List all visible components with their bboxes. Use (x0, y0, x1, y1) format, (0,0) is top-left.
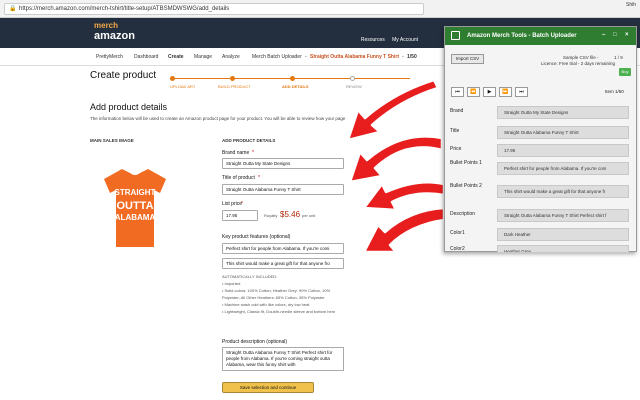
nav-create[interactable]: Create (168, 54, 184, 60)
color2-row-label: Color2 (450, 246, 465, 252)
profile-name[interactable]: Shih (626, 2, 636, 8)
bullet1-row-label: Bullet Points 1 (450, 160, 482, 166)
step-dot (290, 76, 295, 81)
nav-separator: - (305, 54, 307, 60)
title-label: Title of product (222, 175, 255, 181)
auto-item: • Lightweight, Classic fit, Double-needl… (222, 309, 336, 314)
nav-dashboard[interactable]: Dashboard (134, 54, 158, 60)
step-build-product[interactable]: BUILD PRODUCT (218, 84, 251, 89)
licence-text: Licence: Free trial - 2 days remaining (541, 61, 616, 66)
first-item-button[interactable]: ⏮ (451, 87, 464, 97)
import-csv-button[interactable]: Import CSV (451, 54, 484, 64)
step-upload-art[interactable]: UPLOAD ART (170, 84, 195, 89)
description-row-value[interactable]: Straight Outta Alabama Funny T Shirt Per… (497, 209, 629, 222)
step-dot (230, 76, 235, 81)
brand-row-label: Brand (450, 108, 464, 114)
sample-csv-link[interactable]: Sample CSV file - (563, 55, 599, 60)
feature-1-input[interactable]: Perfect shirt for people from Alabama. I… (222, 243, 344, 254)
prev-item-button[interactable]: ⏪ (467, 87, 480, 97)
shirt-text-line3: ALABAMA (115, 213, 156, 222)
address-bar[interactable]: 🔒 https://merch.amazon.com/merch-tshirt/… (4, 3, 424, 15)
auto-included: AUTOMATICALLY INCLUDED: • Imported • Sol… (222, 273, 342, 315)
buy-button[interactable]: Buy (619, 68, 631, 76)
title-row-value[interactable]: Straight Outta Alabama Funny T Shirt (497, 126, 629, 139)
price-label: List price (222, 201, 243, 207)
merch-logo[interactable]: merch amazon (94, 21, 135, 42)
main-image-heading: MAIN SALES IMAGE (90, 138, 134, 143)
section-heading: Add product details (90, 102, 168, 112)
last-item-button[interactable]: ⏭ (515, 87, 528, 97)
nav-separator: - (402, 54, 404, 60)
feature-2-input[interactable]: This shirt would make a great gift for t… (222, 258, 344, 269)
royalty-label: Royalty (264, 213, 278, 218)
arrow-feature2 (362, 206, 446, 254)
description-label: Product description (optional) (222, 339, 288, 345)
nav-manage[interactable]: Manage (194, 54, 212, 60)
nav-current-title: Straight Outta Alabama Funny T Shirt (310, 54, 399, 60)
price-row-value[interactable]: 17.95 (497, 144, 629, 157)
brand-label: Brand name (222, 150, 250, 156)
browser-toolbar: 🔒 https://merch.amazon.com/merch-tshirt/… (0, 0, 640, 18)
features-label: Key product features (optional) (222, 234, 291, 240)
my-account-link[interactable]: My Account (392, 37, 418, 43)
shirt-text-line2: OUTTA (116, 200, 153, 212)
lock-icon: 🔒 (9, 6, 17, 12)
royalty-unit: per unit (302, 213, 316, 218)
panel-title: Amazon Merch Tools - Batch Uploader (467, 33, 577, 39)
auto-included-label: AUTOMATICALLY INCLUDED: (222, 274, 278, 279)
description-row-label: Description (450, 211, 476, 217)
red-arrows (346, 78, 446, 254)
color1-row-value[interactable]: Dark Heather (497, 228, 629, 241)
batch-uploader-panel: Amazon Merch Tools - Batch Uploader – □ … (444, 26, 637, 253)
step-add-details: ADD DETAILS (282, 84, 309, 89)
save-continue-button[interactable]: Save selection and continue (222, 382, 314, 393)
auto-item: • Machine wash cold with like colors, dr… (222, 302, 310, 307)
account-links: Resources My Account (355, 37, 418, 43)
nav-analyze[interactable]: Analyze (222, 54, 240, 60)
bullet1-row-value[interactable]: Perfect shirt for people from Alabama. I… (497, 162, 629, 175)
price-input[interactable]: 17.95 (222, 210, 258, 221)
arrow-title (348, 135, 444, 184)
brand-row-value[interactable]: Straight Outta My State Designs (497, 106, 629, 119)
details-heading: ADD PRODUCT DETAILS (222, 138, 276, 143)
tshirt-image: STRAIGHT OUTTA ALABAMA (104, 169, 166, 247)
sample-count: 1 / 9 (614, 55, 623, 60)
title-input[interactable]: Straight Outta Alabama Funny T Shirt (222, 184, 344, 195)
color1-row-label: Color1 (450, 230, 465, 236)
royalty-value: $5.46 (280, 210, 301, 219)
bullet2-row-value[interactable]: This shirt would make a great gift for t… (497, 185, 629, 198)
brand-input[interactable]: Straight Outta My State Designs (222, 158, 344, 169)
step-dot (170, 76, 175, 81)
title-row-label: Title (450, 128, 460, 134)
maximize-icon[interactable]: □ (613, 32, 617, 38)
color2-row-value[interactable]: Heather Grey (497, 245, 629, 253)
panel-titlebar: Amazon Merch Tools - Batch Uploader – □ … (445, 27, 636, 45)
app-icon (451, 31, 460, 40)
play-button[interactable]: ▶ (483, 87, 496, 97)
shirt-text-line1: STRAIGHT (115, 188, 156, 197)
url-text: https://merch.amazon.com/merch-tshirt/ti… (19, 6, 230, 12)
item-counter: Item 1/50 (605, 89, 624, 94)
nav-counter: 1/50 (407, 54, 417, 60)
auto-item: • Solid colors: 100% Cotton; Heather Gre… (222, 288, 331, 300)
arrow-brand (346, 78, 440, 142)
nav-prettymerch[interactable]: PrettyMerch (96, 54, 123, 60)
description-textarea[interactable]: Straight Outta Alabama Funny T Shirt Per… (222, 347, 344, 371)
bullet2-row-label: Bullet Points 2 (450, 183, 482, 189)
resources-link[interactable]: Resources (361, 37, 385, 43)
price-row-label: Price (450, 146, 462, 152)
nav-batch-uploader[interactable]: Merch Batch Uploader (252, 54, 302, 60)
minimize-icon[interactable]: – (602, 32, 605, 38)
arrow-feature1 (362, 181, 446, 212)
auto-item: • Imported (222, 281, 241, 286)
next-item-button[interactable]: ⏩ (499, 87, 512, 97)
close-icon[interactable]: × (625, 32, 629, 38)
